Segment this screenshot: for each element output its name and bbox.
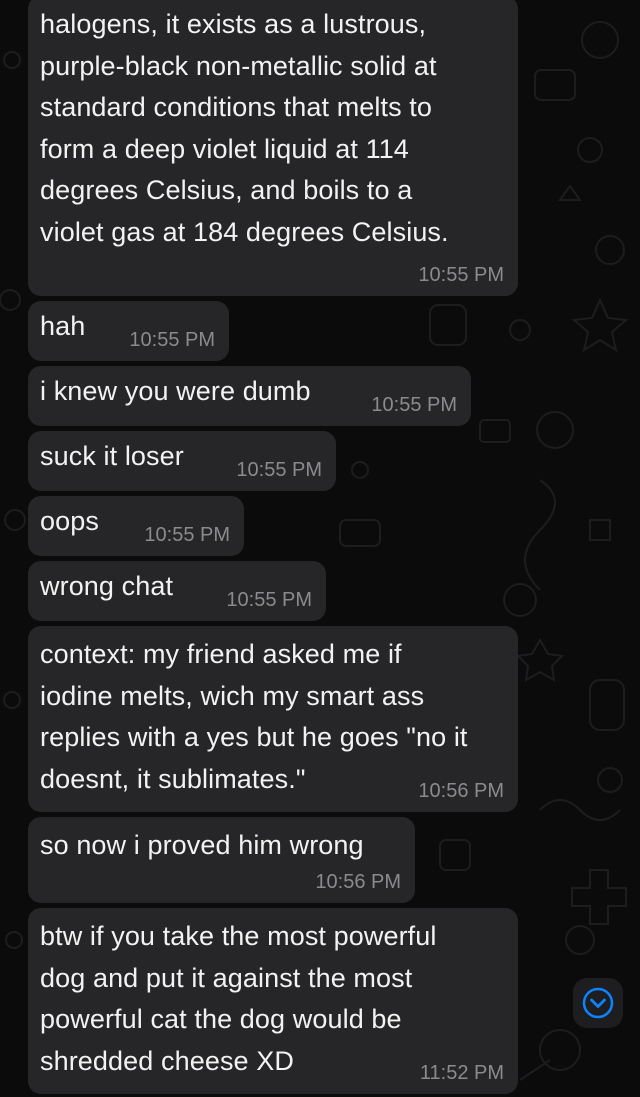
message-timestamp: 10:55 PM: [418, 264, 504, 286]
message-bubble[interactable]: context: my friend asked me if iodine me…: [28, 626, 518, 812]
message-timestamp: 11:52 PM: [419, 1062, 504, 1084]
message-text: hah: [40, 311, 86, 341]
message-bubble[interactable]: wrong chat 10:55 PM: [28, 561, 326, 621]
message-timestamp: 10:55 PM: [226, 589, 312, 611]
message-bubble[interactable]: so now i proved him wrong 10:56 PM: [28, 817, 415, 903]
message-bubble[interactable]: btw if you take the most powerful dog an…: [28, 908, 518, 1094]
message-text: suck it loser: [40, 441, 184, 471]
chat-thread: halogens, it exists as a lustrous, purpl…: [0, 0, 640, 1097]
message-bubble[interactable]: hah 10:55 PM: [28, 301, 229, 361]
message-text: context: my friend asked me if iodine me…: [40, 639, 468, 794]
message-bubble[interactable]: suck it loser 10:55 PM: [28, 431, 336, 491]
message-text: so now i proved him wrong: [40, 830, 364, 860]
message-timestamp: 10:55 PM: [144, 524, 230, 546]
message-bubble[interactable]: i knew you were dumb 10:55 PM: [28, 366, 471, 426]
message-text: i knew you were dumb: [40, 376, 311, 406]
message-timestamp: 10:56 PM: [315, 871, 401, 893]
message-timestamp: 10:55 PM: [129, 329, 215, 351]
chevron-down-circle-icon: [582, 987, 614, 1019]
message-text: halogens, it exists as a lustrous, purpl…: [40, 9, 449, 247]
message-text: wrong chat: [40, 571, 174, 601]
message-bubble[interactable]: halogens, it exists as a lustrous, purpl…: [28, 0, 518, 296]
scroll-to-bottom-button[interactable]: [573, 978, 623, 1028]
message-text: btw if you take the most powerful dog an…: [40, 921, 437, 1076]
message-bubble[interactable]: oops 10:55 PM: [28, 496, 244, 556]
message-timestamp: 10:55 PM: [371, 394, 457, 416]
message-timestamp: 10:55 PM: [236, 459, 322, 481]
message-text: oops: [40, 506, 99, 536]
message-timestamp: 10:56 PM: [418, 780, 504, 802]
